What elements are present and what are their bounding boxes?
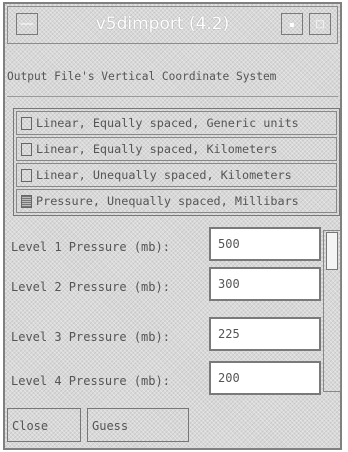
level-pressure-input[interactable]: 500	[209, 227, 321, 261]
title-bar[interactable]: — v5dimport (4.2) ▪ □	[7, 6, 338, 44]
separator	[7, 96, 338, 97]
guess-button[interactable]: Guess	[87, 408, 189, 442]
level-row: Level 4 Pressure (mb): 200	[11, 361, 321, 401]
dot-icon: ▪	[289, 19, 295, 29]
minus-icon: —	[20, 16, 34, 32]
checkbox[interactable]	[21, 142, 32, 156]
level-label: Level 3 Pressure (mb):	[11, 330, 170, 344]
option-label: Linear, Unequally spaced, Kilometers	[36, 168, 292, 182]
option-label: Linear, Equally spaced, Kilometers	[36, 142, 278, 156]
minimize-button[interactable]: ▪	[281, 13, 303, 35]
square-icon: □	[315, 18, 325, 30]
checkbox-checked[interactable]	[21, 194, 32, 208]
level-label: Level 2 Pressure (mb):	[11, 280, 170, 294]
checkbox[interactable]	[21, 168, 32, 182]
window-menu-button[interactable]: —	[16, 13, 38, 35]
level-pressure-input[interactable]: 300	[209, 267, 321, 301]
maximize-button[interactable]: □	[309, 13, 331, 35]
levels-scrollbar[interactable]	[323, 230, 341, 392]
level-pressure-input[interactable]: 200	[209, 361, 321, 395]
close-button[interactable]: Close	[7, 408, 81, 442]
level-label: Level 1 Pressure (mb):	[11, 240, 170, 254]
option-pressure-unequal-mb[interactable]: Pressure, Unequally spaced, Millibars	[16, 189, 337, 213]
level-pressure-input[interactable]: 225	[209, 317, 321, 351]
option-label: Linear, Equally spaced, Generic units	[36, 116, 299, 130]
level-row: Level 1 Pressure (mb): 500	[11, 227, 321, 267]
level-row: Level 3 Pressure (mb): 225	[11, 317, 321, 357]
checkbox[interactable]	[21, 116, 32, 130]
dialog-window: — v5dimport (4.2) ▪ □ Output File's Vert…	[3, 2, 342, 450]
option-linear-equal-generic[interactable]: Linear, Equally spaced, Generic units	[16, 111, 337, 135]
option-linear-unequal-km[interactable]: Linear, Unequally spaced, Kilometers	[16, 163, 337, 187]
option-linear-equal-km[interactable]: Linear, Equally spaced, Kilometers	[16, 137, 337, 161]
option-label: Pressure, Unequally spaced, Millibars	[36, 194, 299, 208]
vertical-system-heading: Output File's Vertical Coordinate System	[7, 70, 277, 83]
level-row: Level 2 Pressure (mb): 300	[11, 267, 321, 307]
level-label: Level 4 Pressure (mb):	[11, 374, 170, 388]
vertical-system-options: Linear, Equally spaced, Generic units Li…	[13, 108, 340, 216]
scrollbar-thumb[interactable]	[326, 232, 338, 270]
window-title: v5dimport (4.2)	[95, 14, 230, 34]
